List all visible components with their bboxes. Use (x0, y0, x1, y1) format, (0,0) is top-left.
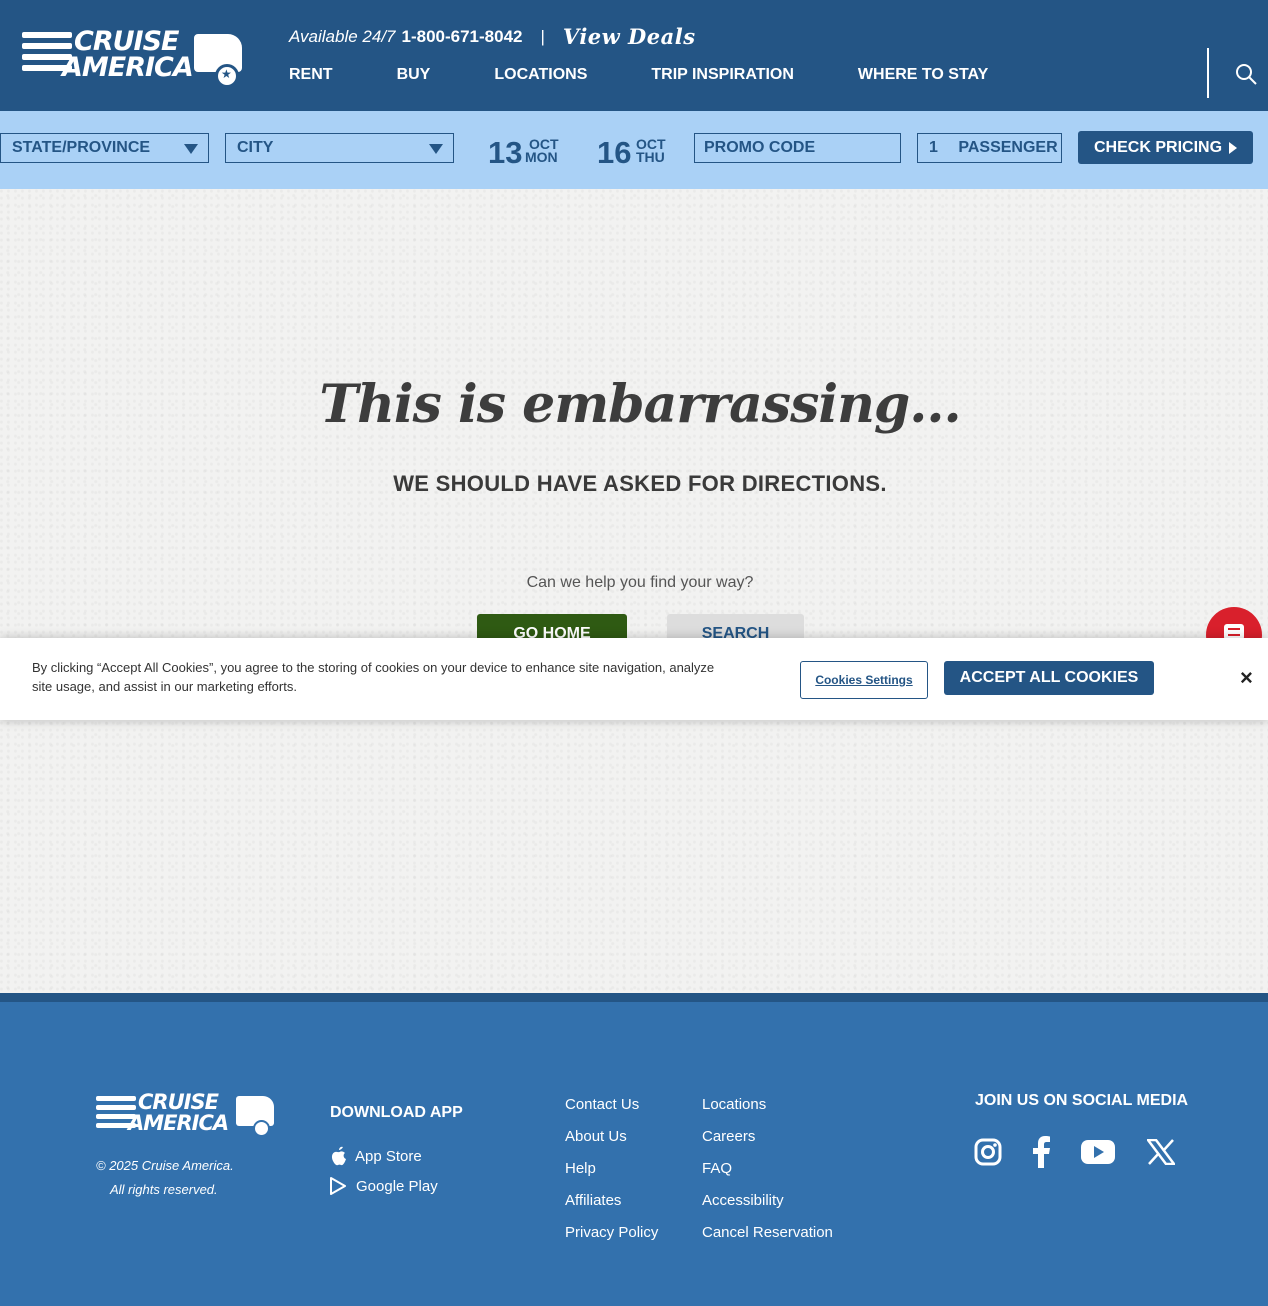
footer-stripe (0, 993, 1268, 1002)
city-select-label: CITY (237, 139, 274, 156)
footer-link-cancel-reservation[interactable]: Cancel Reservation (702, 1224, 833, 1256)
apple-icon (331, 1146, 346, 1166)
dropoff-weekday: THU (636, 149, 665, 165)
pickup-weekday: MON (525, 149, 558, 165)
chevron-down-icon (429, 144, 443, 154)
footer-logo[interactable]: CRUISE AMERICA (96, 1092, 276, 1138)
view-deals-link[interactable]: View Deals (563, 24, 696, 49)
help-text: Can we help you find your way? (526, 574, 754, 591)
footer-links-col1: Contact Us About Us Help Affiliates Priv… (565, 1096, 658, 1256)
footer-link-contact-us[interactable]: Contact Us (565, 1096, 658, 1128)
google-play-label: Google Play (356, 1177, 438, 1195)
cookie-banner: By clicking “Accept All Cookies”, you ag… (0, 638, 1268, 720)
search-icon[interactable] (1234, 62, 1258, 86)
promo-code-input[interactable]: PROMO CODE (694, 133, 901, 163)
footer-links-col2: Locations Careers FAQ Accessibility Canc… (702, 1096, 833, 1256)
facebook-icon[interactable] (1030, 1136, 1052, 1173)
passenger-select[interactable]: 1 PASSENGER (917, 133, 1062, 163)
nav-trip-inspiration[interactable]: TRIP INSPIRATION (651, 66, 794, 84)
app-store-label: App Store (355, 1147, 422, 1165)
city-select[interactable]: CITY (225, 133, 454, 163)
pickup-day: 13 (488, 135, 523, 170)
site-header: CRUISE AMERICA Available 24/7 1-800-671-… (0, 0, 1268, 111)
chevron-down-icon (184, 144, 198, 154)
google-play-icon (330, 1177, 346, 1195)
copyright-text: © 2025 Cruise America. (96, 1158, 234, 1173)
phone-link[interactable]: 1-800-671-8042 (402, 27, 523, 47)
x-icon[interactable] (1145, 1138, 1177, 1170)
cruise-america-logo[interactable]: CRUISE AMERICA (22, 26, 244, 88)
accept-all-cookies-button[interactable]: ACCEPT ALL COOKIES (944, 661, 1154, 695)
footer-link-accessibility[interactable]: Accessibility (702, 1192, 833, 1224)
error-subhead: WE SHOULD HAVE ASKED FOR DIRECTIONS. (393, 471, 887, 496)
instagram-icon[interactable] (974, 1138, 1002, 1171)
nav-buy[interactable]: BUY (397, 66, 431, 84)
logo-text-line2: AMERICA (62, 52, 194, 83)
main-nav: RENT BUY LOCATIONS TRIP INSPIRATION WHER… (289, 66, 1052, 84)
play-arrow-icon (1229, 142, 1237, 154)
cookie-text: By clicking “Accept All Cookies”, you ag… (32, 660, 715, 694)
separator: | (540, 26, 545, 46)
dropoff-day: 16 (597, 135, 632, 170)
logo-text-line1: CRUISE (74, 26, 179, 57)
check-pricing-button[interactable]: CHECK PRICING (1078, 131, 1253, 164)
footer-link-locations[interactable]: Locations (702, 1096, 833, 1128)
nav-locations[interactable]: LOCATIONS (494, 66, 587, 84)
nav-rent[interactable]: RENT (289, 66, 333, 84)
download-app-title: DOWNLOAD APP (330, 1104, 463, 1121)
site-footer: CRUISE AMERICA © 2025 Cruise America. Al… (0, 1002, 1268, 1306)
footer-link-help[interactable]: Help (565, 1160, 658, 1192)
close-icon[interactable]: × (1240, 667, 1253, 689)
footer-link-about-us[interactable]: About Us (565, 1128, 658, 1160)
rights-text: All rights reserved. (110, 1182, 218, 1197)
error-headline: This is embarrassing... (319, 374, 961, 435)
state-select[interactable]: STATE/PROVINCE (0, 133, 209, 163)
state-select-label: STATE/PROVINCE (12, 139, 151, 156)
footer-link-privacy-policy[interactable]: Privacy Policy (565, 1224, 658, 1256)
app-store-link[interactable]: App Store (330, 1145, 422, 1167)
youtube-icon[interactable] (1081, 1140, 1115, 1169)
footer-link-faq[interactable]: FAQ (702, 1160, 833, 1192)
contact-line: Available 24/7 1-800-671-8042 | View Dea… (289, 24, 696, 49)
google-play-link[interactable]: Google Play (330, 1177, 438, 1195)
availability-text: Available 24/7 (289, 26, 396, 46)
nav-where-to-stay[interactable]: WHERE TO STAY (858, 66, 988, 84)
wheel-icon (253, 1120, 270, 1137)
passenger-count: 1 (929, 139, 938, 156)
check-pricing-label: CHECK PRICING (1094, 139, 1223, 156)
footer-link-careers[interactable]: Careers (702, 1128, 833, 1160)
booking-bar: STATE/PROVINCE CITY 13 OCT MON 16 OCT TH… (0, 111, 1268, 189)
footer-logo-line1: CRUISE (138, 1090, 219, 1114)
social-title: JOIN US ON SOCIAL MEDIA (975, 1092, 1189, 1109)
wheel-star-icon (215, 64, 239, 88)
passenger-label: PASSENGER (958, 139, 1058, 156)
cookies-settings-button[interactable]: Cookies Settings (800, 661, 928, 699)
promo-code-placeholder: PROMO CODE (704, 139, 816, 156)
footer-logo-line2: AMERICA (128, 1111, 229, 1135)
footer-link-affiliates[interactable]: Affiliates (565, 1192, 658, 1224)
error-page-content: This is embarrassing... WE SHOULD HAVE A… (0, 189, 1268, 993)
header-divider (1207, 48, 1209, 98)
